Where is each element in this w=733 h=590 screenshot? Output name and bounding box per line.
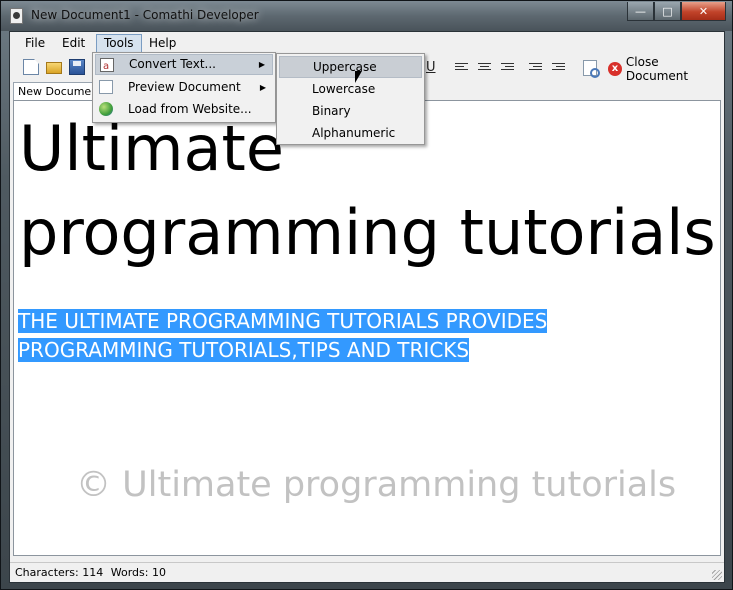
resize-grip-icon[interactable] [712,570,722,580]
underline-button[interactable]: U [426,60,436,75]
status-bar: Characters: 114 Words: 10 [10,562,724,582]
open-folder-icon[interactable] [46,62,62,74]
menu-item-label: Load from Website... [128,102,252,116]
menu-item-label: Convert Text... [129,57,216,71]
print-preview-icon[interactable] [583,60,600,78]
convert-text-icon [100,57,114,76]
window-title: New Document1 - Comathi Developer [31,8,259,22]
menu-help[interactable]: Help [142,34,183,53]
preview-icon [99,80,113,94]
character-count: Characters: 114 [15,566,104,579]
menu-item-label: Preview Document [128,80,241,94]
mouse-cursor-icon [355,71,362,83]
convert-text-submenu: Uppercase Lowercase Binary Alphanumeric [276,53,425,145]
caption-buttons: — □ ✕ [627,2,726,21]
app-icon[interactable] [10,8,23,24]
indent-icon[interactable] [529,63,542,74]
menu-file[interactable]: File [18,34,52,53]
submenu-item-alphanumeric[interactable]: Alphanumeric [279,122,422,144]
close-document-icon: x [608,61,622,76]
editor-area[interactable]: Ultimate programming tutorials THE ULTIM… [13,100,721,556]
maximize-button[interactable]: □ [654,2,681,21]
menu-item-preview-document[interactable]: Preview Document ▶ [95,77,273,98]
menu-tools[interactable]: Tools [96,34,142,53]
submenu-item-uppercase[interactable]: Uppercase [279,56,422,78]
save-icon[interactable] [69,59,85,75]
submenu-item-binary[interactable]: Binary [279,100,422,122]
align-right-icon[interactable] [501,63,514,74]
menu-edit[interactable]: Edit [55,34,92,53]
menu-bar: File Edit Tools Help [10,32,724,54]
close-document-button[interactable]: x Close Document [608,55,724,83]
tools-dropdown-menu: Convert Text... ▶ Preview Document ▶ Loa… [92,52,276,123]
menu-item-load-from-website[interactable]: Load from Website... [95,99,273,120]
close-document-label: Close Document [625,54,689,83]
minimize-button[interactable]: — [627,2,654,21]
close-window-button[interactable]: ✕ [681,2,726,21]
align-center-icon[interactable] [478,63,491,74]
align-left-icon[interactable] [455,63,468,74]
outdent-icon[interactable] [552,63,565,74]
menu-item-convert-text[interactable]: Convert Text... ▶ [95,54,273,76]
watermark-text: © Ultimate programming tutorials [76,465,677,505]
title-bar[interactable]: New Document1 - Comathi Developer — □ ✕ [1,1,732,31]
globe-icon [99,102,113,116]
app-window: New Document1 - Comathi Developer — □ ✕ … [0,0,733,590]
new-document-icon[interactable] [23,59,39,75]
word-count: Words: 10 [110,566,166,579]
submenu-item-lowercase[interactable]: Lowercase [279,78,422,100]
submenu-arrow-icon: ▶ [258,60,265,69]
submenu-arrow-icon: ▶ [259,83,266,92]
selected-text[interactable]: THE ULTIMATE PROGRAMMING TUTORIALS PROVI… [18,307,708,365]
